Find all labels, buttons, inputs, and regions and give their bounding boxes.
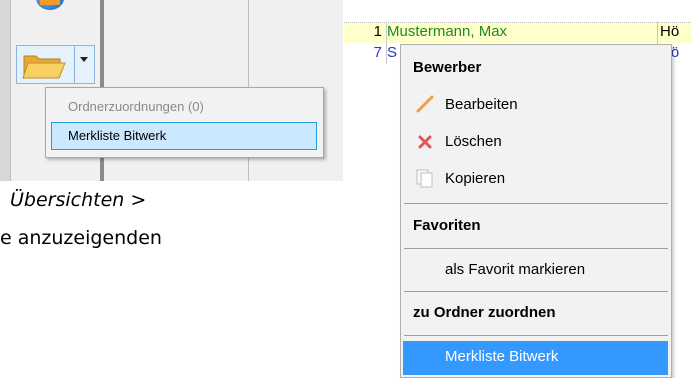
- dropdown-arrow-icon[interactable]: [80, 57, 88, 62]
- menu-item-kopieren[interactable]: Kopieren: [445, 170, 505, 187]
- menu-header-favoriten: Favoriten: [413, 217, 481, 234]
- menu-item-ordnerzuordnungen: Ordnerzuordnungen (0): [68, 99, 204, 114]
- row-extra: Hö: [660, 23, 680, 40]
- menu-item-merkliste-bitwerk[interactable]: Merkliste Bitwerk: [68, 128, 166, 143]
- pencil-icon: [416, 95, 434, 113]
- menu-header-bewerber: Bewerber: [413, 59, 482, 76]
- left-gutter: [0, 0, 10, 181]
- right-screenshot: 1 Mustermann, Max Hö 7 S Hö Bewerber Bea…: [344, 0, 691, 378]
- split-button-separator: [74, 46, 75, 83]
- globe-label-band: [40, 0, 60, 5]
- menu-item-bearbeiten[interactable]: Bearbeiten: [445, 96, 518, 113]
- row-number: 7: [373, 44, 382, 61]
- doc-text-line-1: Übersichten >: [10, 189, 147, 211]
- menu-separator: [404, 335, 668, 336]
- folder-dropdown-menu: Ordnerzuordnungen (0) Merkliste Bitwerk: [45, 87, 324, 158]
- menu-separator: [404, 248, 668, 249]
- menu-item-loeschen[interactable]: Löschen: [445, 133, 502, 150]
- menu-item-als-favorit[interactable]: als Favorit markieren: [445, 261, 585, 278]
- table-row[interactable]: 1 Mustermann, Max Hö: [344, 23, 691, 43]
- folder-open-icon[interactable]: [22, 52, 66, 80]
- menu-separator: [404, 203, 668, 204]
- divider: [10, 0, 11, 181]
- delete-x-icon: [418, 135, 432, 149]
- grid-header-edge: [344, 0, 691, 23]
- menu-header-zu-ordner: zu Ordner zuordnen: [413, 304, 556, 321]
- copy-icon: [416, 169, 433, 188]
- menu-separator: [404, 291, 668, 292]
- context-menu: Bewerber Bearbeiten Löschen Kopieren Fav…: [400, 44, 672, 378]
- menu-item-merkliste-bitwerk[interactable]: Merkliste Bitwerk: [445, 348, 558, 365]
- row-name: Mustermann, Max: [387, 23, 508, 40]
- doc-text-line-2: e anzuzeigenden: [0, 227, 162, 249]
- left-screenshot: Ordnerzuordnungen (0) Merkliste Bitwerk: [0, 0, 343, 181]
- row-name: S: [387, 44, 398, 61]
- row-number: 1: [373, 23, 382, 40]
- grid-column-line: [386, 22, 387, 64]
